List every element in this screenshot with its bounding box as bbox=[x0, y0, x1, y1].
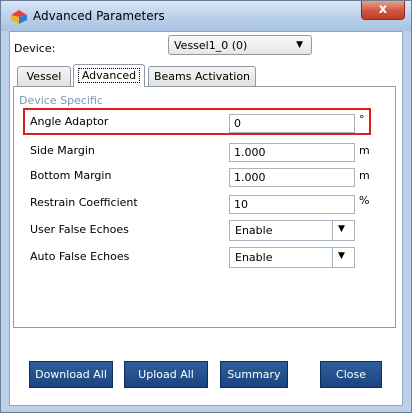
auto-false-echoes-label: Auto False Echoes bbox=[30, 250, 130, 263]
app-logo-icon bbox=[11, 10, 27, 24]
chevron-down-icon: ▼ bbox=[338, 251, 345, 261]
user-false-echoes-value: Enable bbox=[235, 224, 273, 237]
upload-all-button[interactable]: Upload All bbox=[124, 361, 208, 388]
restrain-coefficient-unit: % bbox=[359, 194, 370, 207]
tab-advanced[interactable]: Advanced bbox=[73, 64, 145, 87]
window-close-button[interactable]: x bbox=[361, 1, 405, 20]
side-margin-unit: m bbox=[359, 144, 370, 157]
summary-button[interactable]: Summary bbox=[220, 361, 288, 388]
chevron-down-icon: ▼ bbox=[296, 40, 303, 50]
tab-vessel[interactable]: Vessel bbox=[17, 66, 71, 86]
restrain-coefficient-input[interactable]: 10 bbox=[229, 195, 355, 214]
device-label: Device: bbox=[14, 42, 56, 55]
side-margin-input[interactable]: 1.000 bbox=[229, 143, 355, 162]
bottom-margin-unit: m bbox=[359, 169, 370, 182]
select-divider bbox=[332, 221, 333, 240]
side-margin-label: Side Margin bbox=[30, 144, 95, 157]
angle-adaptor-highlight bbox=[23, 108, 371, 135]
user-false-echoes-select[interactable]: Enable ▼ bbox=[229, 220, 355, 241]
window-title: Advanced Parameters bbox=[33, 9, 165, 23]
tab-advanced-label: Advanced bbox=[77, 68, 141, 83]
user-false-echoes-label: User False Echoes bbox=[30, 223, 129, 236]
tab-beams-activation-label: Beams Activation bbox=[153, 70, 251, 83]
title-bar: Advanced Parameters x bbox=[1, 1, 411, 31]
auto-false-echoes-value: Enable bbox=[235, 251, 273, 264]
chevron-down-icon: ▼ bbox=[338, 224, 345, 234]
bottom-margin-input[interactable]: 1.000 bbox=[229, 168, 355, 187]
select-divider bbox=[332, 248, 333, 267]
tab-vessel-label: Vessel bbox=[26, 70, 62, 83]
restrain-coefficient-label: Restrain Coefficient bbox=[30, 196, 138, 209]
download-all-button[interactable]: Download All bbox=[29, 361, 113, 388]
group-title-device-specific: Device Specific bbox=[19, 94, 103, 107]
device-select[interactable]: Vessel1_0 (0) ▼ bbox=[168, 35, 312, 55]
close-button[interactable]: Close bbox=[320, 361, 382, 388]
tab-beams-activation[interactable]: Beams Activation bbox=[148, 66, 256, 86]
bottom-margin-label: Bottom Margin bbox=[30, 169, 112, 182]
auto-false-echoes-select[interactable]: Enable ▼ bbox=[229, 247, 355, 268]
device-select-value: Vessel1_0 (0) bbox=[174, 39, 248, 52]
